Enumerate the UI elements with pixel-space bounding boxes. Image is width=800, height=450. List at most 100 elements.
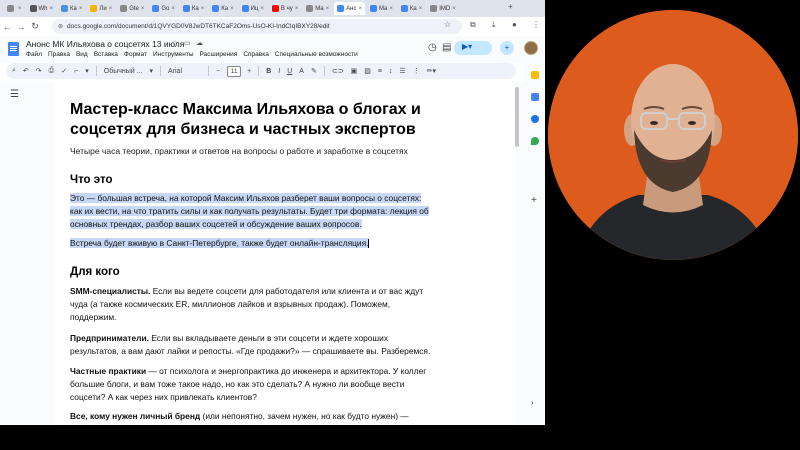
address-row: ← → ↻ ⊚ docs.google.com/document/d/1QVYG…	[0, 17, 545, 36]
browser-tab[interactable]: Иц ×	[239, 2, 267, 15]
link-icon[interactable]: ⊂⊃	[332, 67, 344, 75]
document-page[interactable]: Мастер-класс Максима Ильяхова о блогах и…	[54, 82, 516, 425]
close-tab-icon[interactable]: ×	[109, 6, 113, 12]
paragraph-text: — от психолога и энергопрактика до инжен…	[146, 366, 427, 376]
highlight-icon[interactable]: ✎	[311, 67, 317, 75]
align-icon[interactable]: ≡	[378, 68, 382, 75]
menu-item[interactable]: Правка	[48, 51, 70, 58]
add-addon-icon[interactable]: +	[531, 195, 537, 206]
bookmark-star-icon[interactable]: ☆	[444, 20, 451, 29]
paragraph-entrepreneurs: Предприниматели. Если вы вкладываете ден…	[70, 332, 470, 358]
share-button[interactable]: +	[500, 41, 514, 55]
line-spacing-icon[interactable]: ↕	[389, 68, 393, 75]
font-size-input[interactable]: 11	[227, 65, 242, 77]
meet-button[interactable]: ▶▾	[454, 41, 492, 55]
close-tab-icon[interactable]: ×	[389, 6, 393, 12]
italic-icon[interactable]: I	[278, 68, 280, 75]
close-tab-icon[interactable]: ×	[358, 6, 362, 12]
more-icon[interactable]: ⋮	[413, 67, 420, 75]
close-tab-icon[interactable]: ×	[260, 6, 264, 12]
close-tab-icon[interactable]: ×	[18, 6, 22, 12]
menu-item[interactable]: Специальные возможности	[275, 51, 358, 58]
selected-text: Встреча будет вживую в Санкт-Петербурге,…	[70, 238, 369, 248]
move-folder-icon[interactable]: ▭	[184, 39, 191, 47]
image-icon[interactable]: ▨	[364, 67, 371, 75]
close-tab-icon[interactable]: ×	[79, 6, 83, 12]
document-title[interactable]: Анонс МК Ильяхова о соцсетях 13 июля	[26, 39, 184, 49]
new-tab-icon[interactable]: +	[508, 2, 513, 11]
contacts-icon[interactable]	[531, 115, 539, 123]
comment-icon[interactable]: ▣	[351, 67, 358, 75]
close-tab-icon[interactable]: ×	[295, 6, 299, 12]
close-tab-icon[interactable]: ×	[419, 6, 423, 12]
browser-tab[interactable]: ×	[4, 2, 25, 15]
avatar[interactable]	[524, 41, 538, 55]
close-tab-icon[interactable]: ×	[171, 6, 175, 12]
browser-tab[interactable]: Ка ×	[58, 2, 85, 15]
close-tab-icon[interactable]: ×	[141, 6, 145, 12]
close-tab-icon[interactable]: ×	[201, 6, 205, 12]
menu-item[interactable]: Формат	[124, 51, 147, 58]
downloads-icon[interactable]: ⤓	[492, 20, 496, 30]
text-color-icon[interactable]: A	[299, 68, 304, 75]
history-icon[interactable]: ◷	[428, 42, 437, 53]
spellcheck-icon[interactable]: ✓	[61, 67, 67, 75]
menu-item[interactable]: Вид	[76, 51, 88, 58]
browser-tab[interactable]: Go ×	[149, 2, 178, 15]
collapse-panel-icon[interactable]: ›	[531, 398, 534, 407]
star-icon[interactable]: ☆	[172, 39, 178, 47]
undo-icon[interactable]: ↶	[23, 67, 29, 75]
underline-icon[interactable]: U	[287, 68, 292, 75]
back-icon[interactable]: ←	[0, 22, 14, 32]
url-bar[interactable]: ⊚ docs.google.com/document/d/1QVYGD0V8Jw…	[52, 19, 462, 34]
site-info-icon[interactable]: ⊚	[58, 23, 63, 30]
style-select[interactable]: Обычный ...	[104, 68, 143, 75]
reload-icon[interactable]: ↻	[28, 21, 42, 32]
menu-item[interactable]: Инструменты	[153, 51, 194, 58]
menu-item[interactable]: Справка	[243, 51, 269, 58]
close-tab-icon[interactable]: ×	[326, 6, 330, 12]
browser-tab[interactable]: Ма ×	[303, 2, 332, 15]
maps-icon[interactable]	[531, 137, 539, 145]
paint-format-icon[interactable]: ⌐	[74, 68, 78, 75]
browser-tab[interactable]: В чу ×	[269, 2, 301, 15]
comments-icon[interactable]: ▤	[442, 42, 451, 53]
extensions-icon[interactable]: ⧉	[470, 20, 476, 30]
browser-tab[interactable]: IMD ×	[427, 2, 459, 15]
redo-icon[interactable]: ↷	[36, 67, 42, 75]
browser-tab[interactable]: Ка ×	[398, 2, 425, 15]
close-tab-icon[interactable]: ×	[230, 6, 234, 12]
decrease-size-icon[interactable]: −	[216, 68, 220, 75]
browser-tab[interactable]: Ка ×	[209, 2, 236, 15]
browser-tab[interactable]: Ли ×	[87, 2, 115, 15]
bold-icon[interactable]: B	[266, 68, 271, 75]
docs-logo-icon[interactable]	[8, 42, 19, 56]
menu-item[interactable]: Вставка	[94, 51, 118, 58]
browser-tab[interactable]: Анс ×	[334, 2, 365, 15]
editing-mode-icon[interactable]: ✏▾	[427, 67, 436, 75]
menu-item[interactable]: Файл	[26, 51, 42, 58]
zoom-select[interactable]: ▾	[85, 67, 89, 75]
tasks-icon[interactable]	[531, 93, 539, 101]
browser-tab[interactable]: Wh ×	[27, 2, 57, 15]
search-icon[interactable]: ⌕	[12, 67, 16, 75]
menu-item[interactable]: Расширения	[200, 51, 238, 58]
browser-tab[interactable]: Ка ×	[180, 2, 207, 15]
scrollbar[interactable]	[515, 87, 519, 147]
close-tab-icon[interactable]: ×	[50, 6, 54, 12]
forward-icon[interactable]: →	[14, 22, 28, 32]
browser-tab[interactable]: Ма ×	[367, 2, 396, 15]
keep-icon[interactable]	[531, 71, 539, 79]
bold-lead: Все, кому нужен личный бренд	[70, 411, 201, 421]
tab-favicon-icon	[369, 5, 377, 12]
browser-tab[interactable]: Gte ×	[117, 2, 147, 15]
tab-label: Иц	[250, 5, 259, 12]
close-tab-icon[interactable]: ×	[452, 6, 456, 12]
profile-icon[interactable]: ●	[512, 20, 517, 29]
browser-menu-icon[interactable]: ⋮	[532, 20, 540, 29]
outline-icon[interactable]: ☰	[10, 89, 19, 100]
increase-size-icon[interactable]: +	[247, 68, 251, 75]
font-select[interactable]: Arial	[168, 68, 182, 75]
print-icon[interactable]: ⎙	[49, 67, 55, 75]
checklist-icon[interactable]: ☰	[399, 67, 405, 75]
